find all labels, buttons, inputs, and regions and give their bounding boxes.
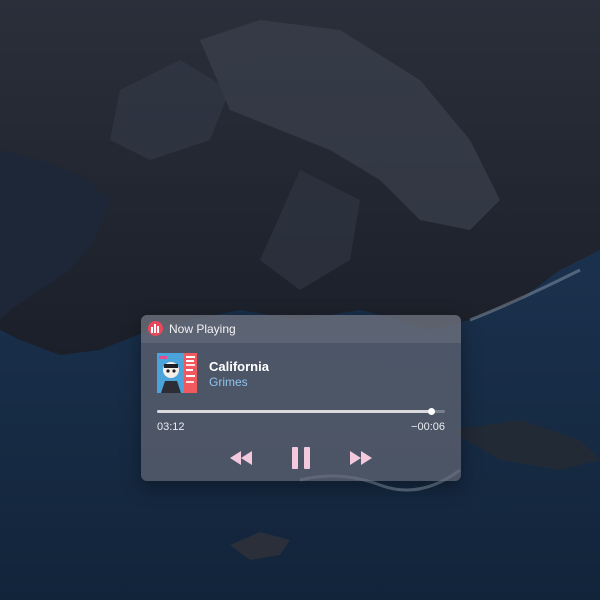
time-elapsed: 03:12 xyxy=(157,421,185,433)
track-title: California xyxy=(209,359,269,374)
music-app-icon xyxy=(148,321,163,336)
fast-forward-button[interactable] xyxy=(347,447,375,469)
fast-forward-icon xyxy=(350,451,372,465)
album-artwork[interactable] xyxy=(157,353,197,393)
rewind-icon xyxy=(230,451,252,465)
widget-title: Now Playing xyxy=(169,322,236,336)
playback-progress-bar[interactable] xyxy=(157,408,445,415)
pause-button[interactable] xyxy=(287,447,315,469)
progress-knob[interactable] xyxy=(427,408,435,415)
time-remaining: −00:06 xyxy=(411,421,445,433)
rewind-button[interactable] xyxy=(227,447,255,469)
pause-icon xyxy=(292,447,310,469)
wallpaper-rocky-coast-image xyxy=(0,0,600,600)
desktop-wallpaper xyxy=(0,0,600,600)
now-playing-widget: Now Playing California Grimes 03:12 −00:… xyxy=(141,315,461,481)
progress-fill xyxy=(157,410,431,413)
track-artist[interactable]: Grimes xyxy=(209,375,248,389)
